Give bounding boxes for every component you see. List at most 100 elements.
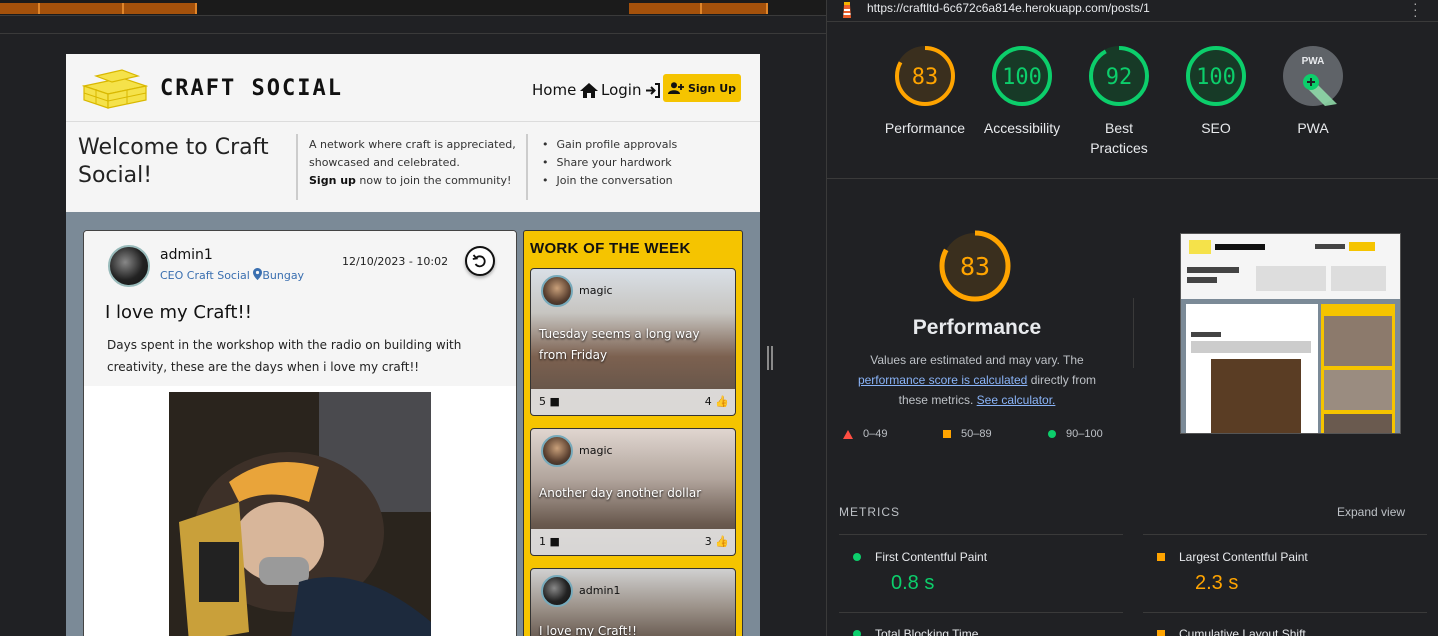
work-card-text: I love my Craft!! (539, 624, 637, 636)
expand-view-toggle[interactable]: Expand view (1337, 505, 1405, 519)
gauge-score: 92 (1106, 65, 1133, 90)
brick-logo-icon[interactable] (82, 68, 148, 110)
work-card-user: admin1 (579, 584, 621, 597)
report-url[interactable]: https://craftltd-6c672c6a814e.herokuapp.… (867, 1, 1150, 15)
nav-login-link[interactable]: Login (601, 81, 661, 99)
divider (839, 534, 1123, 535)
gauge-label: PWA (1297, 120, 1329, 136)
post-author[interactable]: admin1 (160, 247, 213, 263)
ruler-segment[interactable] (124, 3, 197, 14)
pwa-badge-label: PWA (1302, 56, 1325, 67)
nav-login-label: Login (601, 81, 642, 99)
ruler-segment[interactable] (40, 3, 124, 14)
gauge-score: 100 (1196, 65, 1236, 90)
metric-lcp: Largest Contentful Paint 2.3 s (1157, 550, 1308, 595)
square-icon (1157, 553, 1165, 561)
comment-count: 1 ■ (539, 535, 560, 548)
post-date: 12/10/2023 - 10:02 (342, 255, 449, 268)
circle-icon (853, 630, 861, 636)
legend-good: 90–100 (1048, 428, 1103, 440)
nav-home-link[interactable]: Home (532, 81, 599, 99)
metric-cls: Cumulative Layout Shift (1157, 627, 1306, 636)
legend-poor-label: 0–49 (863, 428, 888, 440)
thumbs-up-icon: 👍 (715, 535, 729, 548)
score-ring-icon: 100 (992, 46, 1052, 106)
ruler-segment[interactable] (702, 3, 768, 14)
divider (827, 178, 1438, 179)
welcome-signup-link[interactable]: Sign up (309, 174, 356, 187)
viewport-resize-handle[interactable] (767, 346, 773, 370)
metric-value: 2.3 s (1195, 572, 1239, 594)
triangle-icon (843, 429, 853, 439)
home-icon (580, 82, 599, 98)
gauge-label: SEO (1201, 120, 1231, 136)
undo-icon (472, 254, 486, 268)
final-screenshot-thumbnail[interactable] (1180, 233, 1401, 434)
metric-name: First Contentful Paint (875, 550, 988, 564)
welcome-banner: Welcome to Craft Social! A network where… (66, 122, 760, 212)
avatar (541, 435, 573, 467)
report-url-bar: https://craftltd-6c672c6a814e.herokuapp.… (827, 0, 1438, 22)
avatar[interactable] (108, 245, 150, 287)
work-card-user: magic (579, 444, 613, 457)
post-body: Days spent in the workshop with the radi… (107, 338, 462, 374)
media-query-ruler[interactable] (0, 0, 826, 16)
post-role-location: CEO Craft Social Bungay (160, 268, 304, 282)
post-photo-illustration (169, 392, 431, 636)
lighthouse-report: https://craftltd-6c672c6a814e.herokuapp.… (826, 0, 1438, 636)
device-viewport-panel: CRAFT SOCIAL Home Login Sign Up Welcome … (0, 0, 826, 636)
work-card-footer: 1 ■ 3 👍 (531, 529, 735, 555)
work-card-user: magic (579, 284, 613, 297)
sign-in-icon (646, 82, 661, 98)
ruler-segment[interactable] (0, 3, 40, 14)
metric-name: Total Blocking Time (875, 627, 979, 636)
work-card[interactable]: magic Another day another dollar 1 ■ 3 👍 (530, 428, 736, 556)
avatar (541, 275, 573, 307)
gauge-performance[interactable]: 83 Performance (876, 42, 974, 138)
metric-name: Cumulative Layout Shift (1179, 627, 1306, 636)
metric-tbt: Total Blocking Time (853, 627, 978, 636)
divider (839, 612, 1123, 613)
gauge-pwa[interactable]: PWA PWA (1264, 42, 1362, 138)
gauge-best-practices[interactable]: 92 Best Practices (1070, 42, 1168, 158)
metric-name: Largest Contentful Paint (1179, 550, 1308, 564)
legend-good-label: 90–100 (1066, 428, 1103, 440)
comment-icon: ■ (549, 535, 560, 548)
feature-item: Join the conversation (542, 172, 677, 190)
signup-button[interactable]: Sign Up (663, 74, 741, 102)
performance-gauge: 83 (939, 230, 1011, 302)
brand-name[interactable]: CRAFT SOCIAL (160, 76, 343, 101)
square-icon (943, 430, 951, 438)
welcome-text-line: A network where craft is appreciated, sh… (309, 138, 516, 169)
like-count: 4 👍 (704, 395, 729, 408)
feature-item: Gain profile approvals (542, 136, 678, 154)
divider (296, 134, 298, 200)
post-role: CEO Craft Social (160, 269, 250, 282)
divider (1133, 298, 1134, 368)
work-card[interactable]: admin1 I love my Craft!! (530, 568, 736, 636)
work-card[interactable]: magic Tuesday seems a long way from Frid… (530, 268, 736, 416)
welcome-text: A network where craft is appreciated, sh… (309, 136, 519, 190)
gauge-score: 100 (1002, 65, 1042, 90)
performance-gauge-score: 83 (960, 252, 990, 281)
divider (1143, 534, 1427, 535)
screenshot-illustration (1181, 234, 1400, 433)
divider (526, 134, 528, 200)
avatar (541, 575, 573, 607)
revert-button[interactable] (465, 246, 495, 276)
gauge-accessibility[interactable]: 100 Accessibility (973, 42, 1071, 138)
gauge-label: Best Practices (1090, 120, 1148, 156)
score-calculated-link[interactable]: performance score is calculated (858, 373, 1027, 387)
work-card-footer: 5 ■ 4 👍 (531, 389, 735, 415)
map-marker-icon (253, 268, 263, 280)
gauge-label: Accessibility (983, 120, 1061, 136)
legend-average: 50–89 (943, 428, 992, 440)
more-options-icon[interactable]: · · · (1413, 0, 1418, 22)
score-ring-icon: 83 (895, 46, 955, 106)
divider (1143, 612, 1427, 613)
metrics-heading: METRICS (839, 505, 900, 519)
ruler-segment[interactable] (629, 3, 702, 14)
see-calculator-link[interactable]: See calculator. (977, 393, 1056, 407)
legend-poor: 0–49 (843, 428, 887, 440)
gauge-seo[interactable]: 100 SEO (1167, 42, 1265, 138)
